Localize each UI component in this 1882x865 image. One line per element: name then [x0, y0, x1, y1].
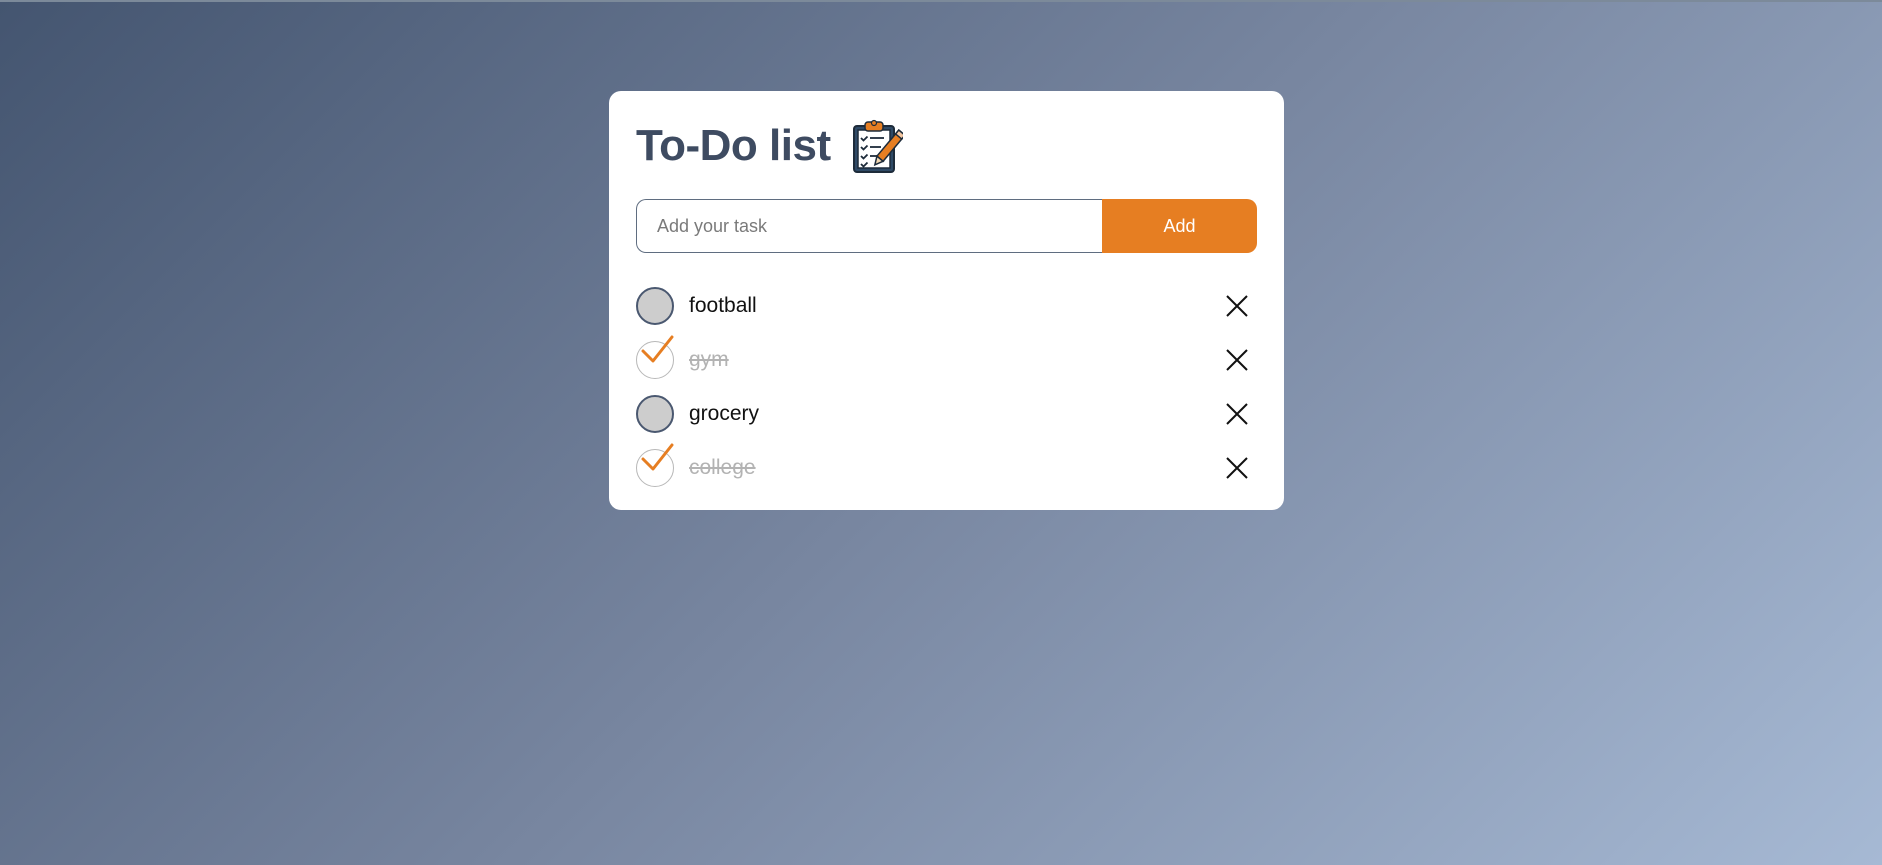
task-text: gym [689, 348, 729, 371]
close-icon[interactable] [1225, 348, 1249, 372]
task-input[interactable] [636, 199, 1102, 253]
add-task-form: Add [636, 199, 1257, 253]
task-item[interactable]: grocery [636, 387, 1257, 441]
checkmark-icon [641, 443, 674, 471]
task-item[interactable]: gym [636, 333, 1257, 387]
clipboard-icon [852, 119, 903, 173]
header: To-Do list [636, 116, 903, 176]
close-icon[interactable] [1225, 456, 1249, 480]
task-checkbox[interactable] [636, 287, 674, 325]
checkmark-icon [641, 335, 674, 363]
task-checkbox[interactable] [636, 395, 674, 433]
task-item[interactable]: college [636, 441, 1257, 495]
task-text: grocery [689, 402, 760, 425]
task-checkbox[interactable] [636, 443, 674, 487]
add-button[interactable]: Add [1102, 199, 1257, 253]
page-title: To-Do list [636, 121, 831, 170]
task-item[interactable]: football [636, 279, 1257, 333]
task-list: football gym grocery college [636, 279, 1257, 495]
window-top-border [0, 0, 1882, 2]
close-icon[interactable] [1225, 402, 1249, 426]
task-checkbox[interactable] [636, 335, 674, 379]
todo-card: To-Do list Add football [609, 91, 1284, 510]
task-text: college [689, 456, 756, 479]
close-icon[interactable] [1225, 294, 1249, 318]
task-text: football [689, 294, 757, 317]
